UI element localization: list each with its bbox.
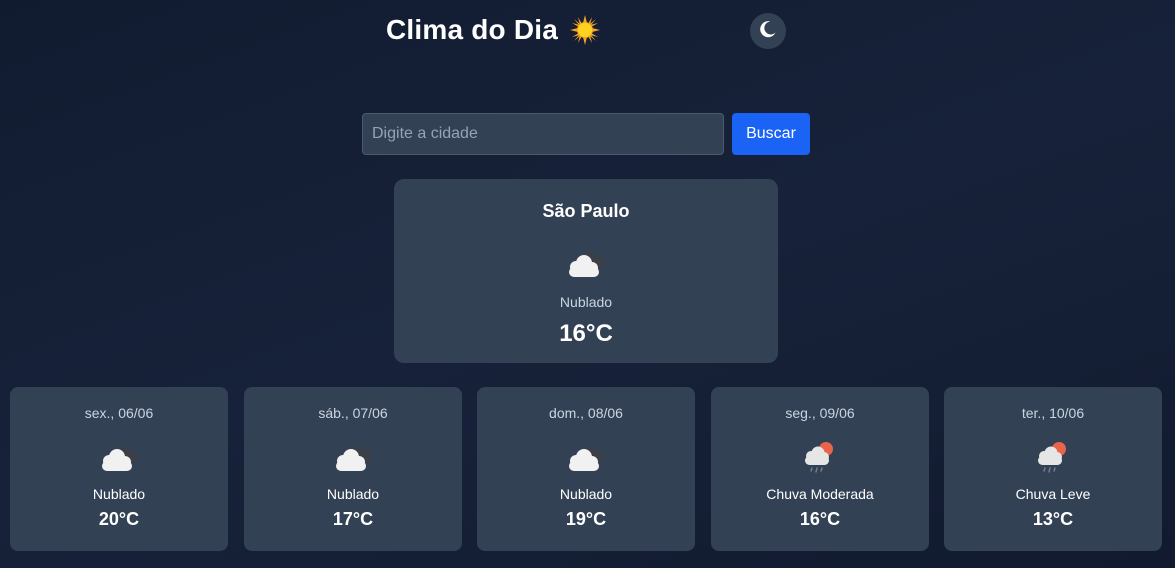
- forecast-date: dom., 08/06: [549, 405, 623, 421]
- page-title: Clima do Dia: [386, 14, 558, 45]
- cloudy-icon: [328, 437, 378, 477]
- forecast-description: Nublado: [559, 486, 613, 502]
- forecast-description: Nublado: [92, 486, 146, 502]
- theme-toggle-button[interactable]: [750, 13, 786, 49]
- search-button[interactable]: Buscar: [732, 113, 810, 155]
- app-header: Clima do Dia: [0, 10, 1175, 56]
- moon-icon: [758, 19, 778, 44]
- search-bar: Buscar: [362, 113, 810, 155]
- current-temperature: 16°C: [559, 320, 613, 347]
- forecast-date: sex., 06/06: [84, 405, 154, 421]
- forecast-description: Chuva Moderada: [766, 486, 874, 502]
- forecast-description: Chuva Leve: [1015, 486, 1091, 502]
- sun-icon: [570, 15, 600, 45]
- forecast-date: sáb., 07/06: [318, 405, 388, 421]
- cloudy-icon: [561, 437, 611, 477]
- forecast-card: sex., 06/06 Nublado 20°C: [10, 387, 228, 551]
- sun-rain-icon: [1028, 437, 1078, 477]
- current-description: Nublado: [559, 294, 613, 310]
- forecast-temperature: 17°C: [332, 509, 374, 529]
- forecast-card: sáb., 07/06 Nublado 17°C: [244, 387, 462, 551]
- current-city-name: São Paulo: [542, 201, 630, 221]
- forecast-card: dom., 08/06 Nublado 19°C: [477, 387, 695, 551]
- forecast-description: Nublado: [326, 486, 380, 502]
- forecast-card: ter., 10/06 Chuva Leve 13°C: [944, 387, 1162, 551]
- forecast-temperature: 20°C: [98, 509, 140, 529]
- forecast-temperature: 13°C: [1032, 509, 1074, 529]
- forecast-list: sex., 06/06 Nublado 20°C sáb., 07/06 Nub…: [10, 387, 1162, 551]
- forecast-date: ter., 10/06: [1021, 405, 1085, 421]
- current-weather-card: São Paulo Nublado 16°C: [394, 179, 778, 363]
- cloudy-icon: [94, 437, 144, 477]
- forecast-temperature: 19°C: [565, 509, 607, 529]
- forecast-temperature: 16°C: [799, 509, 841, 529]
- sun-rain-icon: [795, 437, 845, 477]
- cloudy-icon: [561, 243, 611, 283]
- forecast-card: seg., 09/06 Chuva Moderada 16°C: [711, 387, 929, 551]
- forecast-date: seg., 09/06: [785, 405, 855, 421]
- city-search-input[interactable]: [362, 113, 724, 155]
- title-wrap: Clima do Dia: [386, 14, 600, 46]
